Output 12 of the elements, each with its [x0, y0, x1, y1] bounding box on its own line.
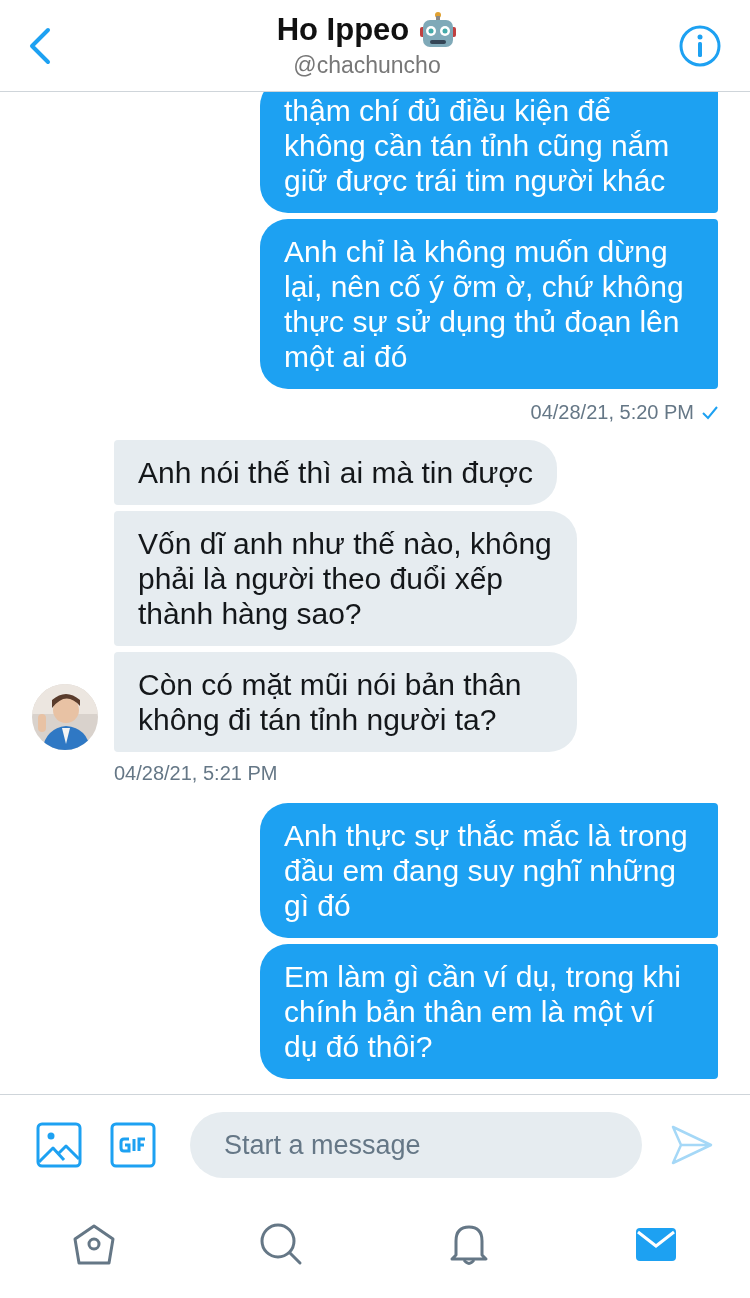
sent-message-bubble: Em làm gì cần ví dụ, trong khi chính bản thân em là một ví dụ đó thôi?	[260, 944, 718, 1079]
message-input[interactable]: Start a message	[190, 1112, 642, 1178]
received-message-bubble: Vốn dĩ anh như thế nào, không phải là người theo đuổi xếp thành hàng sao?	[114, 511, 577, 646]
received-message-bubble: Còn có mặt mũi nói bản thân không đi tán tỉnh người ta?	[114, 652, 577, 752]
chat-title: Ho Ippeo	[276, 12, 410, 48]
received-message-bubble: Anh nói thế thì ai mà tin được	[114, 440, 557, 505]
message-timestamp: 04/28/21, 5:21 PM	[114, 762, 278, 785]
message-timestamp: 04/28/21, 5:20 PM	[530, 401, 694, 424]
chat-handle: @chachuncho	[293, 52, 441, 79]
sent-message-bubble: thậm chí đủ điều kiện để không cần tán tỉnh cũng nắm giữ được trái tim người khác	[260, 92, 718, 213]
sent-message-bubble: Anh chỉ là không muốn dừng lại, nên cố ý ỡm ờ, chứ không thực sự sử dụng thủ đoạn lên một ai đó	[260, 219, 718, 389]
sent-message-bubble: Anh thực sự thắc mắc là trong đầu em đang suy nghĩ những gì đó	[260, 803, 718, 938]
